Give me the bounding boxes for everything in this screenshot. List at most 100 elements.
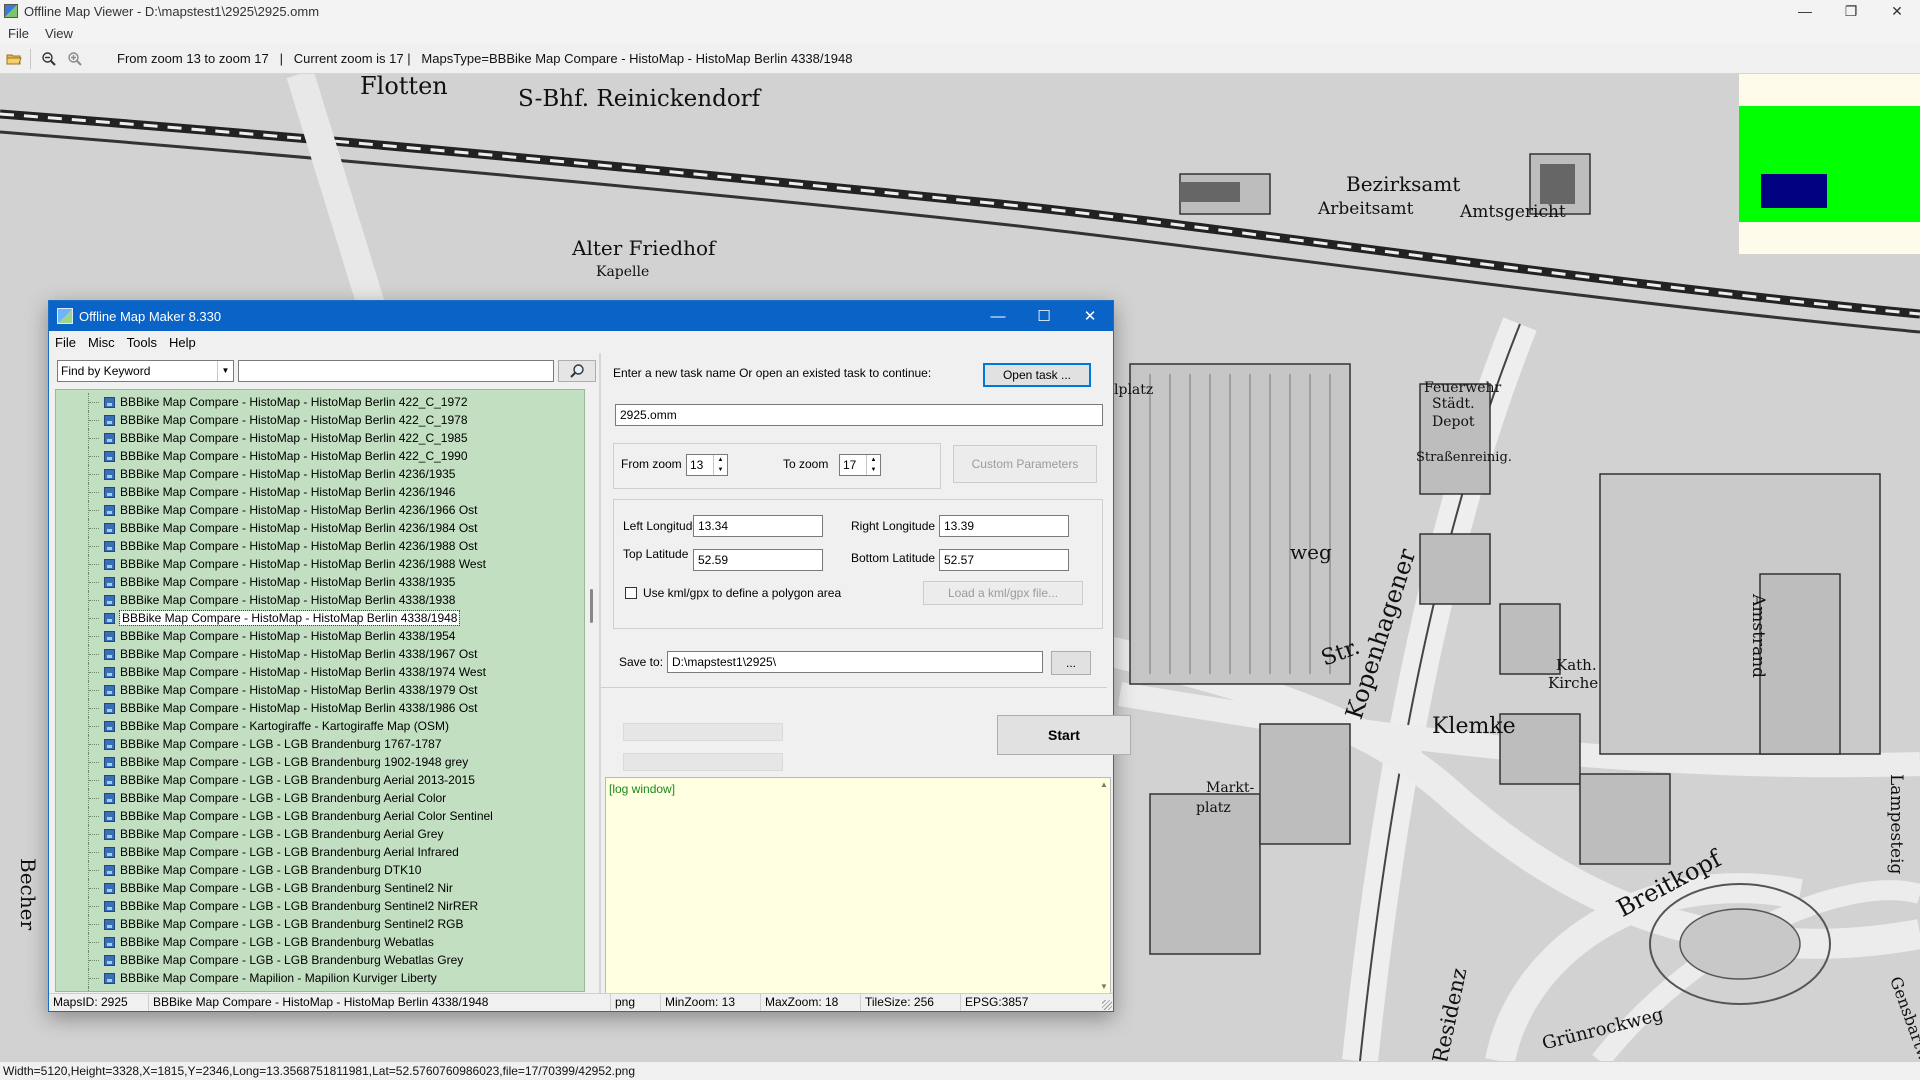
tree-item[interactable]: BBBike Map Compare - HistoMap - HistoMap… xyxy=(56,591,584,609)
search-mode-dropdown[interactable]: Find by Keyword ▼ xyxy=(57,360,234,382)
custom-parameters-button[interactable]: Custom Parameters xyxy=(953,445,1097,483)
tree-item[interactable]: BBBike Map Compare - HistoMap - HistoMap… xyxy=(56,519,584,537)
close-button[interactable]: ✕ xyxy=(1874,0,1920,22)
load-kml-button[interactable]: Load a kml/gpx file... xyxy=(923,581,1083,605)
tree-item[interactable]: BBBike Map Compare - HistoMap - HistoMap… xyxy=(56,393,584,411)
tree-item[interactable]: BBBike Map Compare - HistoMap - HistoMap… xyxy=(56,609,584,627)
tree-item[interactable]: BBBike Map Compare - HistoMap - HistoMap… xyxy=(56,681,584,699)
overview-minimap[interactable] xyxy=(1739,74,1920,254)
scroll-up-icon[interactable]: ▲ xyxy=(1100,780,1108,789)
start-button[interactable]: Start xyxy=(997,715,1131,755)
from-zoom-stepper[interactable]: 13 ▲ ▼ xyxy=(686,454,728,476)
tree-item[interactable]: BBBike Map Compare - LGB - LGB Brandenbu… xyxy=(56,843,584,861)
tree-item[interactable]: BBBike Map Compare - HistoMap - HistoMap… xyxy=(56,411,584,429)
map-source-icon xyxy=(104,396,115,408)
tree-item[interactable]: BBBike Map Compare - Mapnu - Mapnu (OSM) xyxy=(56,987,584,991)
tree-item[interactable]: BBBike Map Compare - HistoMap - HistoMap… xyxy=(56,483,584,501)
menu-view[interactable]: View xyxy=(37,26,81,41)
dialog-menu-tools[interactable]: Tools xyxy=(121,335,163,350)
tree-item[interactable]: BBBike Map Compare - LGB - LGB Brandenbu… xyxy=(56,951,584,969)
map-source-icon xyxy=(104,720,115,732)
dialog-close-button[interactable]: ✕ xyxy=(1067,301,1113,331)
tree-item[interactable]: BBBike Map Compare - HistoMap - HistoMap… xyxy=(56,447,584,465)
scroll-down-icon[interactable]: ▼ xyxy=(1100,982,1108,991)
browse-folder-button[interactable]: ... xyxy=(1051,651,1091,675)
kml-polygon-checkbox[interactable] xyxy=(625,587,637,599)
tree-scrollbar[interactable] xyxy=(586,389,598,992)
to-zoom-stepper[interactable]: 17 ▲ ▼ xyxy=(839,454,881,476)
tree-item[interactable]: BBBike Map Compare - Mapilion - Mapilion… xyxy=(56,969,584,987)
search-input[interactable] xyxy=(238,360,554,382)
map-label: Klemke xyxy=(1432,714,1516,739)
tree-item-label: BBBike Map Compare - HistoMap - HistoMap… xyxy=(120,593,456,607)
tree-item-label: BBBike Map Compare - LGB - LGB Brandenbu… xyxy=(120,773,475,787)
tree-item[interactable]: BBBike Map Compare - HistoMap - HistoMap… xyxy=(56,573,584,591)
tree-connector xyxy=(89,852,99,853)
dialog-maximize-button[interactable]: ☐ xyxy=(1021,301,1067,331)
tree-item-label: BBBike Map Compare - HistoMap - HistoMap… xyxy=(120,395,468,409)
tree-item[interactable]: BBBike Map Compare - LGB - LGB Brandenbu… xyxy=(56,753,584,771)
open-task-button[interactable]: Open task ... xyxy=(983,363,1091,387)
tree-item[interactable]: BBBike Map Compare - HistoMap - HistoMap… xyxy=(56,501,584,519)
dialog-menu-misc[interactable]: Misc xyxy=(82,335,121,350)
stepper-up-icon[interactable]: ▲ xyxy=(867,455,880,465)
tree-item[interactable]: BBBike Map Compare - LGB - LGB Brandenbu… xyxy=(56,915,584,933)
open-folder-icon[interactable] xyxy=(2,47,26,71)
tree-item-label: BBBike Map Compare - LGB - LGB Brandenbu… xyxy=(120,791,447,805)
chevron-down-icon[interactable]: ▼ xyxy=(217,361,233,381)
tree-item[interactable]: BBBike Map Compare - HistoMap - HistoMap… xyxy=(56,555,584,573)
tree-item[interactable]: BBBike Map Compare - LGB - LGB Brandenbu… xyxy=(56,879,584,897)
log-scrollbar[interactable]: ▲ ▼ xyxy=(1098,778,1110,993)
tree-item[interactable]: BBBike Map Compare - HistoMap - HistoMap… xyxy=(56,663,584,681)
tree-item[interactable]: BBBike Map Compare - HistoMap - HistoMap… xyxy=(56,465,584,483)
tree-item-label: BBBike Map Compare - HistoMap - HistoMap… xyxy=(120,413,468,427)
task-name-input[interactable]: 2925.omm xyxy=(615,404,1103,426)
save-to-input[interactable]: D:\mapstest1\2925\ xyxy=(667,651,1043,673)
stepper-down-icon[interactable]: ▼ xyxy=(867,465,880,475)
zoom-out-icon[interactable] xyxy=(37,47,61,71)
minimize-button[interactable]: — xyxy=(1782,0,1828,22)
tree-item[interactable]: BBBike Map Compare - LGB - LGB Brandenbu… xyxy=(56,825,584,843)
map-label: Amstrand xyxy=(1748,594,1768,679)
right-longitude-input[interactable]: 13.39 xyxy=(939,515,1069,537)
top-latitude-input[interactable]: 52.59 xyxy=(693,549,823,571)
left-longitude-input[interactable]: 13.34 xyxy=(693,515,823,537)
stepper-down-icon[interactable]: ▼ xyxy=(714,465,727,475)
resize-grip-icon[interactable] xyxy=(1102,1000,1112,1010)
log-window[interactable]: [log window] ▲ ▼ xyxy=(605,777,1111,994)
tree-item[interactable]: BBBike Map Compare - HistoMap - HistoMap… xyxy=(56,627,584,645)
menu-file[interactable]: File xyxy=(0,26,37,41)
tree-item[interactable]: BBBike Map Compare - HistoMap - HistoMap… xyxy=(56,645,584,663)
map-label: Becher xyxy=(16,858,40,931)
tree-item-label: BBBike Map Compare - HistoMap - HistoMap… xyxy=(120,629,456,643)
map-source-icon xyxy=(104,936,115,948)
dialog-menu-help[interactable]: Help xyxy=(163,335,202,350)
tree-item[interactable]: BBBike Map Compare - LGB - LGB Brandenbu… xyxy=(56,933,584,951)
tree-item[interactable]: BBBike Map Compare - Kartogiraffe - Kart… xyxy=(56,717,584,735)
tree-item[interactable]: BBBike Map Compare - LGB - LGB Brandenbu… xyxy=(56,897,584,915)
tree-item[interactable]: BBBike Map Compare - LGB - LGB Brandenbu… xyxy=(56,735,584,753)
tree-scroll-thumb[interactable] xyxy=(590,589,593,623)
tree-item[interactable]: BBBike Map Compare - HistoMap - HistoMap… xyxy=(56,537,584,555)
panel-splitter[interactable] xyxy=(599,353,601,993)
tree-item[interactable]: BBBike Map Compare - HistoMap - HistoMap… xyxy=(56,429,584,447)
tree-item[interactable]: BBBike Map Compare - LGB - LGB Brandenbu… xyxy=(56,771,584,789)
stepper-up-icon[interactable]: ▲ xyxy=(714,455,727,465)
tree-item-label: BBBike Map Compare - Mapilion - Mapilion… xyxy=(120,971,437,985)
tree-connector xyxy=(89,456,99,457)
search-button[interactable] xyxy=(558,360,596,382)
tree-item[interactable]: BBBike Map Compare - LGB - LGB Brandenbu… xyxy=(56,789,584,807)
bottom-latitude-input[interactable]: 52.57 xyxy=(939,549,1069,571)
map-source-tree[interactable]: BBBike Map Compare - HistoMap - HistoMap… xyxy=(55,389,585,992)
restore-button[interactable]: ❐ xyxy=(1828,0,1874,22)
dialog-menu-file[interactable]: File xyxy=(49,335,82,350)
map-label: Markt- xyxy=(1206,780,1255,796)
dialog-minimize-button[interactable]: — xyxy=(975,301,1021,331)
tree-item[interactable]: BBBike Map Compare - LGB - LGB Brandenbu… xyxy=(56,861,584,879)
zoom-in-icon[interactable] xyxy=(63,47,87,71)
tree-connector xyxy=(89,600,99,601)
tree-item[interactable]: BBBike Map Compare - HistoMap - HistoMap… xyxy=(56,699,584,717)
tree-item[interactable]: BBBike Map Compare - LGB - LGB Brandenbu… xyxy=(56,807,584,825)
tree-item-label: BBBike Map Compare - HistoMap - HistoMap… xyxy=(120,557,486,571)
minimap-viewport-rect[interactable] xyxy=(1761,174,1827,208)
